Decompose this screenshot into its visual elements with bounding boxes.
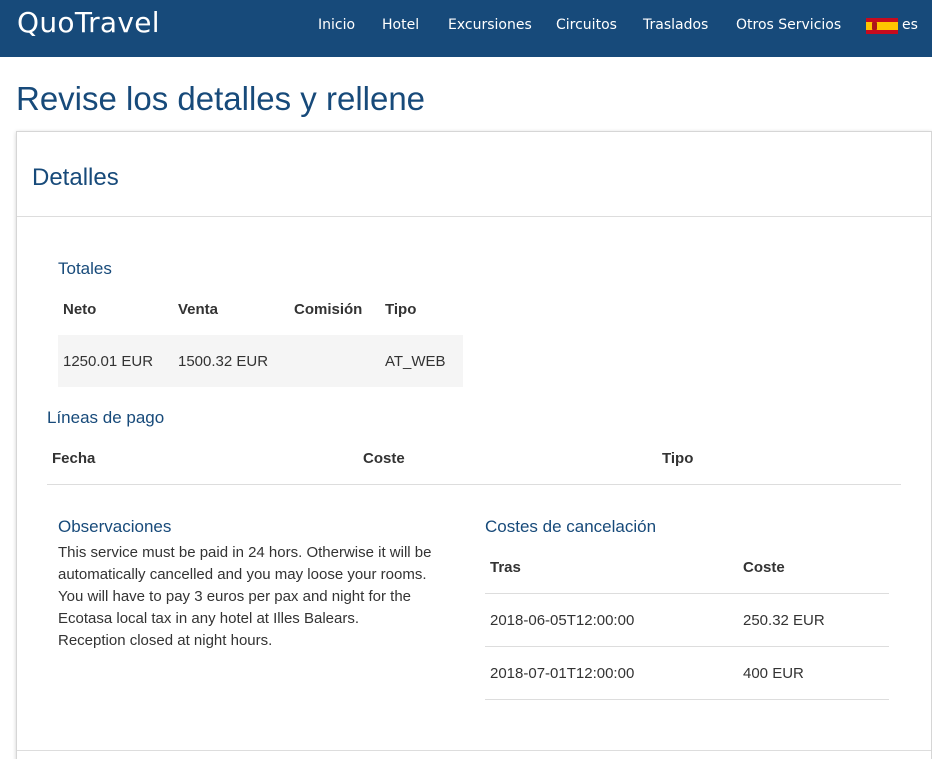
spain-flag-icon[interactable]: [866, 18, 898, 34]
totals-cell-venta: 1500.32 EUR: [178, 353, 269, 370]
nav-item-excursiones[interactable]: Excursiones: [448, 17, 532, 33]
page-title: Revise los detalles y rellene: [16, 80, 426, 117]
cancellation-cell-tras: 2018-06-05T12:00:00: [490, 612, 635, 629]
totals-title: Totales: [58, 259, 112, 278]
cancellation-cell-tras: 2018-07-01T12:00:00: [490, 665, 635, 682]
cancellation-costs-title: Costes de cancelación: [485, 517, 657, 536]
observations-title: Observaciones: [58, 517, 172, 536]
cancellation-row-divider: [485, 646, 889, 647]
language-selector[interactable]: es: [902, 17, 918, 33]
details-panel: Detalles Totales Neto Venta Comisión Tip…: [16, 131, 932, 759]
cancellation-cell-coste: 400 EUR: [743, 665, 804, 682]
cancellation-header-tras: Tras: [490, 559, 521, 576]
totals-cell-tipo: AT_WEB: [385, 353, 446, 370]
payment-table-divider: [47, 484, 901, 485]
panel-title: Detalles: [32, 164, 119, 191]
totals-cell-neto: 1250.01 EUR: [63, 353, 154, 370]
observation-line: You will have to pay 3 euros per pax and…: [58, 588, 412, 605]
cancellation-header-coste: Coste: [743, 559, 785, 576]
cancellation-cell-coste: 250.32 EUR: [743, 612, 825, 629]
payment-header-tipo: Tipo: [662, 450, 694, 467]
totals-header-comision: Comisión: [294, 301, 363, 318]
totals-header-venta: Venta: [178, 301, 219, 318]
payment-header-fecha: Fecha: [52, 450, 96, 467]
panel-heading: Detalles: [17, 132, 931, 217]
observation-line: Reception closed at night hours.: [58, 632, 273, 649]
observation-line: Ecotasa local tax in any hotel at Illes …: [58, 610, 359, 627]
observation-line: automatically cancelled and you may loos…: [58, 566, 427, 583]
observation-line: This service must be paid in 24 hors. Ot…: [58, 544, 432, 561]
brand-logo[interactable]: QuoTravel: [17, 6, 160, 39]
cancellation-row-divider: [485, 699, 889, 700]
panel-footer-divider: [17, 750, 931, 751]
top-navbar: QuoTravel Inicio Hotel Excursiones Circu…: [0, 0, 932, 57]
nav-item-traslados[interactable]: Traslados: [643, 17, 708, 33]
cancellation-header-divider: [485, 593, 889, 594]
nav-item-inicio[interactable]: Inicio: [318, 17, 355, 33]
nav-item-hotel[interactable]: Hotel: [382, 17, 419, 33]
totals-header-neto: Neto: [63, 301, 97, 318]
observations-text: This service must be paid in 24 hors. Ot…: [58, 542, 448, 652]
nav-item-otros-servicios[interactable]: Otros Servicios: [736, 17, 841, 33]
totals-header-tipo: Tipo: [385, 301, 417, 318]
payment-lines-title: Líneas de pago: [47, 408, 165, 427]
nav-item-circuitos[interactable]: Circuitos: [556, 17, 617, 33]
payment-header-coste: Coste: [363, 450, 405, 467]
